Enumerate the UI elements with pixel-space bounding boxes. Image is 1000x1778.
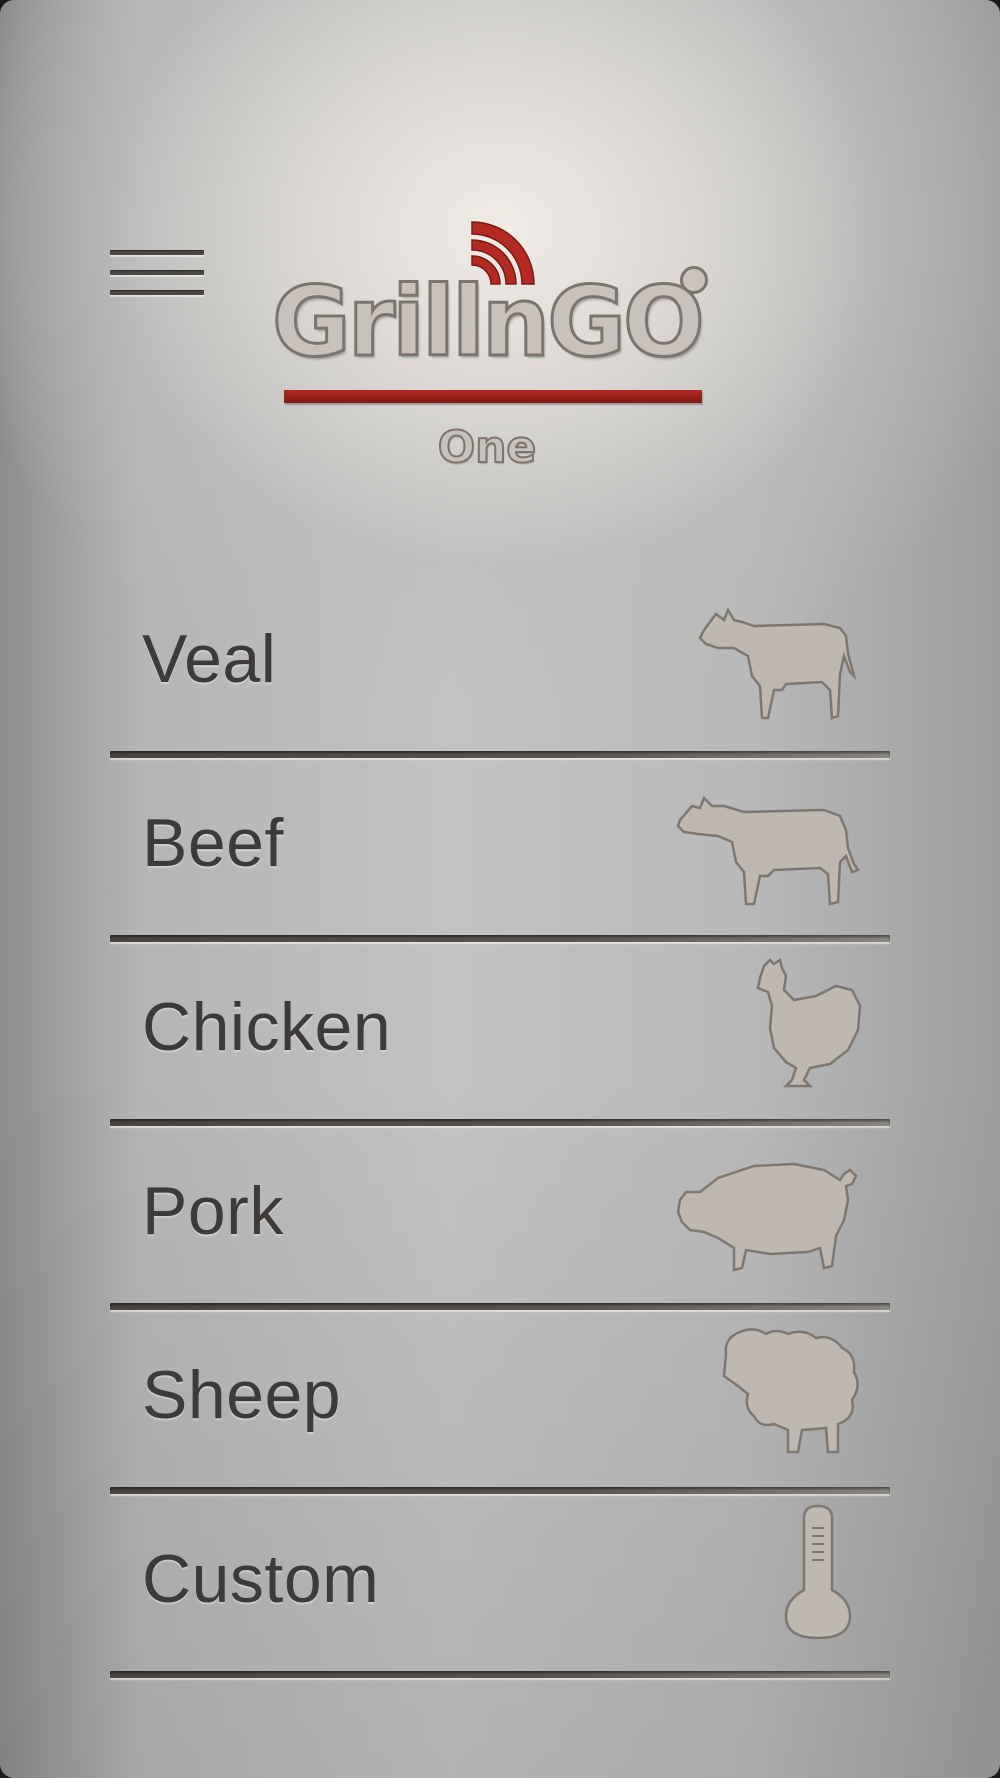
logo-wordmark: GrillnGO xyxy=(271,266,707,378)
list-divider xyxy=(110,935,890,942)
app-logo: GrillnGO One xyxy=(271,210,732,480)
app-screen: GrillnGO One Veal Beef Chicken Pork Shee… xyxy=(0,0,1000,1778)
logo-underline xyxy=(284,390,702,403)
pig-icon xyxy=(676,1162,858,1272)
category-label: Pork xyxy=(142,1173,284,1249)
category-label: Custom xyxy=(142,1541,380,1617)
chicken-icon xyxy=(756,957,862,1088)
category-item-custom[interactable]: Custom xyxy=(110,1494,892,1678)
menu-bar-middle xyxy=(110,270,204,275)
calf-icon xyxy=(698,607,857,720)
category-label: Sheep xyxy=(142,1357,342,1433)
logo-subtitle: One xyxy=(437,421,538,474)
category-item-sheep[interactable]: Sheep xyxy=(110,1310,892,1494)
list-divider xyxy=(110,1671,890,1678)
category-list: Veal Beef Chicken Pork Sheep Custom xyxy=(110,590,892,1678)
list-divider xyxy=(110,751,890,758)
category-label: Veal xyxy=(142,621,277,697)
list-divider xyxy=(110,1487,890,1494)
menu-bar-top xyxy=(110,250,204,255)
logo-degree-mark xyxy=(680,266,708,294)
list-divider xyxy=(110,1303,890,1310)
cow-icon xyxy=(676,795,860,906)
sheep-icon xyxy=(722,1328,859,1454)
category-item-beef[interactable]: Beef xyxy=(110,758,892,942)
category-item-pork[interactable]: Pork xyxy=(110,1126,892,1310)
category-item-veal[interactable]: Veal xyxy=(110,590,892,758)
menu-button[interactable] xyxy=(106,246,206,302)
list-divider xyxy=(110,1119,890,1126)
category-item-chicken[interactable]: Chicken xyxy=(110,942,892,1126)
thermometer-icon xyxy=(784,1504,852,1640)
category-label: Beef xyxy=(142,805,284,881)
menu-bar-bottom xyxy=(110,290,204,295)
category-label: Chicken xyxy=(142,989,392,1065)
